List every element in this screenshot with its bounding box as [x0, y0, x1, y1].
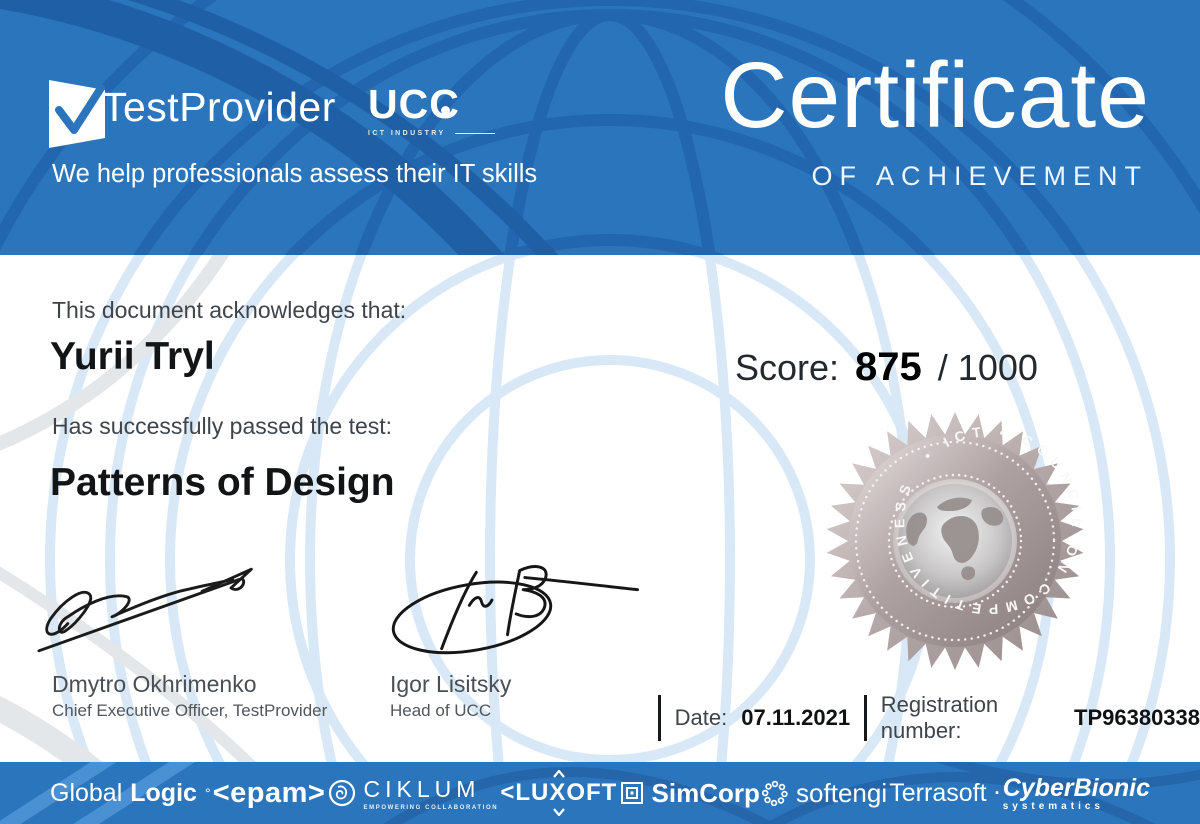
- cyberbionic-subtext: systematics: [1002, 801, 1104, 812]
- globallogic-text-bold: Logic: [130, 778, 197, 807]
- passed-label: Has successfully passed the test:: [52, 413, 393, 439]
- terrasoft-mark: ·: [994, 782, 1001, 803]
- epam-logo: <epam>: [213, 777, 326, 810]
- softengi-logo: softengi: [762, 778, 887, 809]
- score-label: Score:: [735, 347, 840, 388]
- luxoft-logo: <LUXOFT: [500, 770, 617, 816]
- cyberbionic-text: CyberBionic: [1002, 774, 1150, 802]
- registration-label: Registration number:: [880, 692, 999, 743]
- ciklum-text: CIKLUM: [363, 775, 481, 802]
- ciklum-subtext: EMPOWERING COLLABORATION: [363, 804, 499, 811]
- luxoft-text: <LUXOFT: [500, 779, 618, 806]
- globallogic-mark: °: [204, 785, 211, 801]
- signer-title: Head of UCC: [390, 701, 492, 720]
- simcorp-text: SimCorp: [651, 777, 760, 808]
- brand-name: TestProvider: [102, 84, 336, 130]
- certificate-body: This document acknowledges that: Yurii T…: [0, 255, 1200, 762]
- registration-value: TP96380338: [1074, 705, 1200, 730]
- softengi-text: softengi: [796, 777, 888, 808]
- date-value: 07.11.2021: [741, 705, 851, 730]
- signature-igor: [391, 565, 640, 655]
- globallogic-text: Global: [50, 778, 123, 807]
- certificate-title: Certificate: [720, 43, 1150, 147]
- score-value: 875: [855, 345, 922, 389]
- divider-bar: [864, 695, 867, 741]
- ucc-logo: UCC ICT INDUSTRY: [368, 81, 495, 137]
- brand-tagline: We help professionals assess their IT sk…: [52, 160, 538, 188]
- ucc-letters: UCC: [368, 81, 460, 127]
- ciklum-text-block: CIKLUM EMPOWERING COLLABORATION: [364, 776, 499, 811]
- recipient-name: Yurii Tryl: [50, 335, 215, 378]
- simcorp-logo: SimCorp: [620, 778, 760, 809]
- ciklum-logo: CIKLUM EMPOWERING COLLABORATION: [328, 776, 499, 811]
- footer-band: Global Logic ° <epam> CIKLUM EMPOWERING CO…: [0, 762, 1200, 824]
- score-total: / 1000: [937, 347, 1038, 388]
- ucc-dot-icon: [440, 106, 450, 115]
- chevron-up-icon: [552, 770, 565, 778]
- globallogic-logo: Global Logic °: [50, 779, 211, 808]
- partner-logos-row: Global Logic ° <epam> CIKLUM EMPOWERING CO…: [0, 762, 1200, 824]
- signature-dmytro: [37, 567, 253, 653]
- softengi-dots-icon: [762, 780, 788, 806]
- terrasoft-text: Terrasoft: [889, 778, 987, 807]
- certificate-subtitle: OF ACHIEVEMENT: [811, 161, 1148, 191]
- meta-row: Date: 07.11.2021 Registration number: TP…: [658, 692, 1200, 743]
- score-row: Score: 875 / 1000: [735, 345, 1038, 390]
- signer-name: Dmytro Okhrimenko: [52, 671, 257, 697]
- ciklum-swirl-icon: [328, 779, 355, 807]
- certificate-page: TestProvider UCC ICT INDUSTRY We help pr…: [0, 0, 1200, 824]
- ucc-divider-line: [454, 133, 495, 135]
- terrasoft-logo: Terrasoft ·: [889, 779, 1000, 808]
- chevron-down-icon: [552, 808, 565, 816]
- ucc-subtext: ICT INDUSTRY: [368, 130, 446, 138]
- divider-bar: [658, 695, 661, 741]
- simcorp-squares-icon: [620, 782, 643, 804]
- signer-title: Chief Executive Officer, TestProvider: [52, 701, 328, 720]
- cyberbionic-block: CyberBionic systematics: [1003, 774, 1150, 812]
- test-name: Patterns of Design: [50, 461, 395, 504]
- ict-council-seal: • ICT • COUNCIL ON COMPETITIVENESS: [826, 412, 1084, 670]
- acknowledge-label: This document acknowledges that:: [52, 297, 407, 323]
- header-band: TestProvider UCC ICT INDUSTRY We help pr…: [0, 0, 1200, 255]
- date-label: Date:: [674, 705, 728, 730]
- testprovider-checkmark-icon: [49, 80, 105, 148]
- ucc-logo-text: UCC: [368, 81, 495, 127]
- epam-text: <epam>: [212, 776, 326, 809]
- cyberbionic-logo: CyberBionic systematics: [1003, 774, 1150, 812]
- ucc-sub-row: ICT INDUSTRY: [368, 130, 495, 137]
- signer-name: Igor Lisitsky: [390, 671, 512, 697]
- luxoft-block: <LUXOFT: [500, 770, 617, 816]
